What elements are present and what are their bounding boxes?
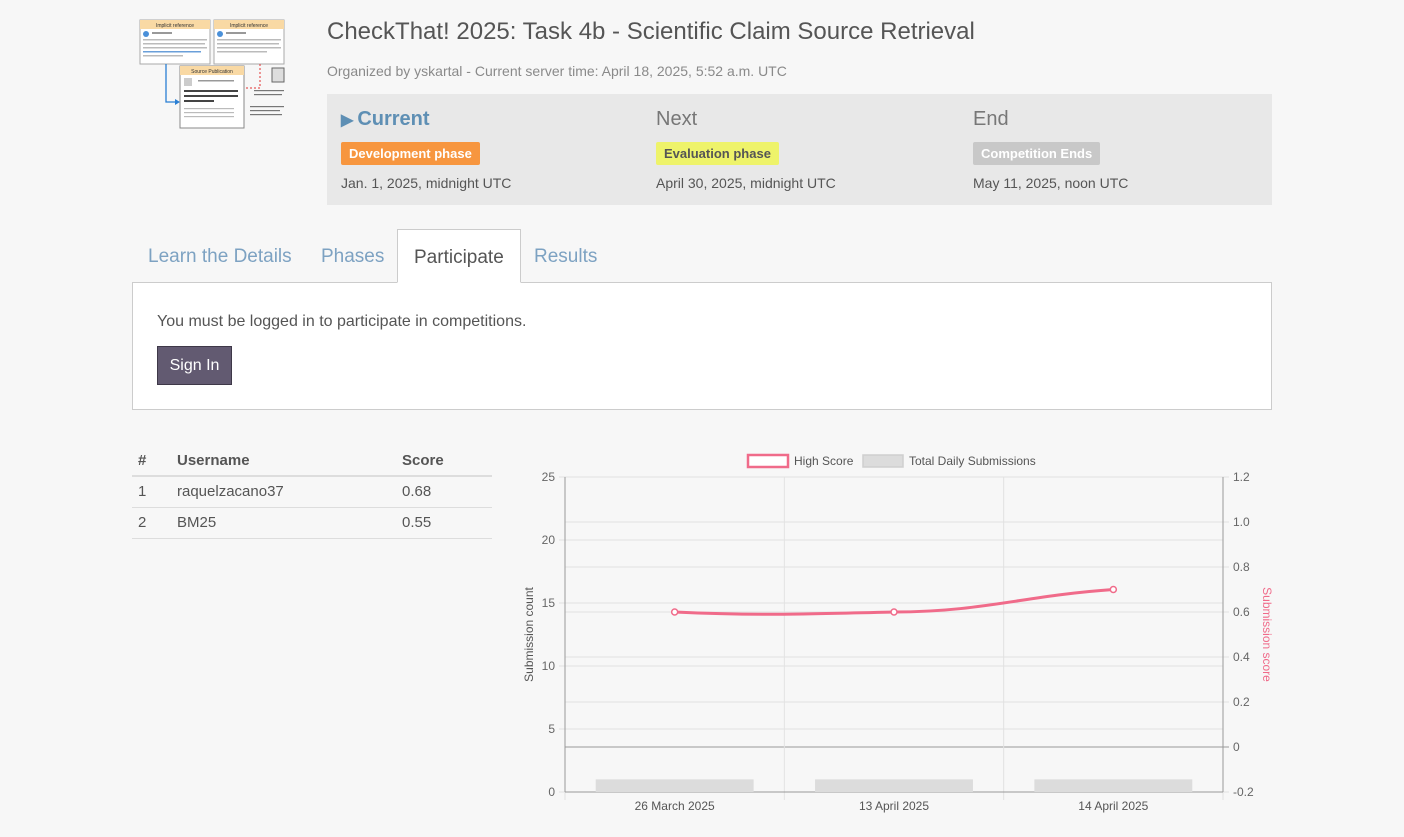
right-tick-label: 0.8 (1233, 560, 1250, 574)
login-required-message: You must be logged in to participate in … (157, 313, 527, 330)
legend-swatch-total-daily-submissions (862, 454, 904, 468)
play-icon: ▶ (341, 112, 354, 129)
phase-end-date: May 11, 2025, noon UTC (973, 175, 1129, 191)
row-score: 0.68 (402, 476, 492, 508)
row-rank: 2 (132, 507, 177, 539)
participate-panel: You must be logged in to participate in … (132, 282, 1272, 410)
right-tick-label: 1.0 (1233, 515, 1250, 529)
tab-phases[interactable]: Phases (305, 229, 400, 283)
right-tick-label: 0 (1233, 740, 1240, 754)
phase-end-heading: End (973, 108, 1009, 130)
phase-end-badge: Competition Ends (973, 142, 1101, 165)
right-tick-label: 0.4 (1233, 650, 1250, 664)
left-axis-title: Submission count (522, 586, 536, 681)
phase-current-date: Jan. 1, 2025, midnight UTC (341, 175, 512, 191)
left-tick-label: 0 (548, 785, 555, 799)
bar-total-daily-submissions (815, 779, 973, 792)
point-high-score (890, 608, 898, 616)
tab-results[interactable]: Results (518, 229, 613, 283)
legend-label-high-score: High Score (794, 454, 854, 468)
phase-current-label: Current (357, 108, 430, 130)
tab-learn-the-details[interactable]: Learn the Details (132, 229, 308, 283)
header-username: Username (177, 446, 402, 477)
bar-total-daily-submissions (595, 779, 754, 792)
left-tick-label: 10 (542, 659, 556, 673)
right-tick-label: 0.6 (1233, 605, 1250, 619)
leaderboard-table: # Username Score 1 raquelzacano37 0.68 2… (132, 446, 492, 539)
row-score: 0.55 (402, 507, 492, 539)
phase-next-date: April 30, 2025, midnight UTC (656, 175, 836, 191)
leaderboard-header-row: # Username Score (132, 446, 492, 477)
right-tick-label: 0.2 (1233, 695, 1250, 709)
logo-panel-title-3: Source Publication (191, 69, 233, 75)
right-tick-label: 1.2 (1233, 470, 1250, 484)
header-score: Score (402, 446, 492, 477)
sign-in-button[interactable]: Sign In (157, 346, 232, 385)
bar-total-daily-submissions (1034, 779, 1193, 792)
phase-current-heading: ▶ Current (341, 108, 430, 131)
phase-current-badge: Development phase (341, 142, 480, 165)
tab-bar: Learn the Details Phases Participate Res… (132, 229, 1272, 283)
row-username: BM25 (177, 507, 402, 539)
right-axis-title: Submission score (1260, 587, 1274, 682)
point-high-score (1109, 585, 1118, 594)
submission-chart: 0 5 10 15 20 25 -0.2 0 0.2 0.4 0.6 0.8 1.0 1.2 26 Marc… (522, 453, 1274, 813)
table-row: 1 raquelzacano37 0.68 (132, 476, 492, 508)
left-tick-label: 5 (548, 722, 555, 736)
logo-panel-title-2: Implicit reference (230, 23, 268, 29)
legend-swatch-high-score (746, 453, 790, 469)
tab-participate[interactable]: Participate (397, 229, 521, 283)
left-tick-label: 20 (542, 533, 556, 547)
left-tick-label: 15 (542, 596, 556, 610)
row-rank: 1 (132, 476, 177, 508)
phase-timeline: ▶ Current Development phase Jan. 1, 2025,… (327, 94, 1272, 205)
page-subtitle: Organized by yskartal - Current server t… (327, 63, 787, 79)
table-row: 2 BM25 0.55 (132, 507, 492, 539)
x-tick-label: 26 March 2025 (635, 799, 715, 813)
x-tick-label: 13 April 2025 (859, 799, 929, 813)
left-tick-label: 25 (542, 470, 556, 484)
page-title: CheckThat! 2025: Task 4b - Scientific Cl… (327, 18, 975, 45)
point-high-score (670, 608, 679, 616)
x-tick-label: 14 April 2025 (1078, 799, 1148, 813)
phase-next-heading: Next (656, 108, 698, 130)
header-rank: # (132, 446, 177, 477)
legend-label-total-daily-submissions: Total Daily Submissions (909, 454, 1036, 468)
phase-next-badge: Evaluation phase (656, 142, 779, 165)
competition-logo: Implicit reference Implicit reference So… (138, 18, 286, 130)
right-tick-label: -0.2 (1233, 785, 1254, 799)
logo-panel-title-1: Implicit reference (156, 23, 194, 29)
row-username: raquelzacano37 (177, 476, 402, 508)
